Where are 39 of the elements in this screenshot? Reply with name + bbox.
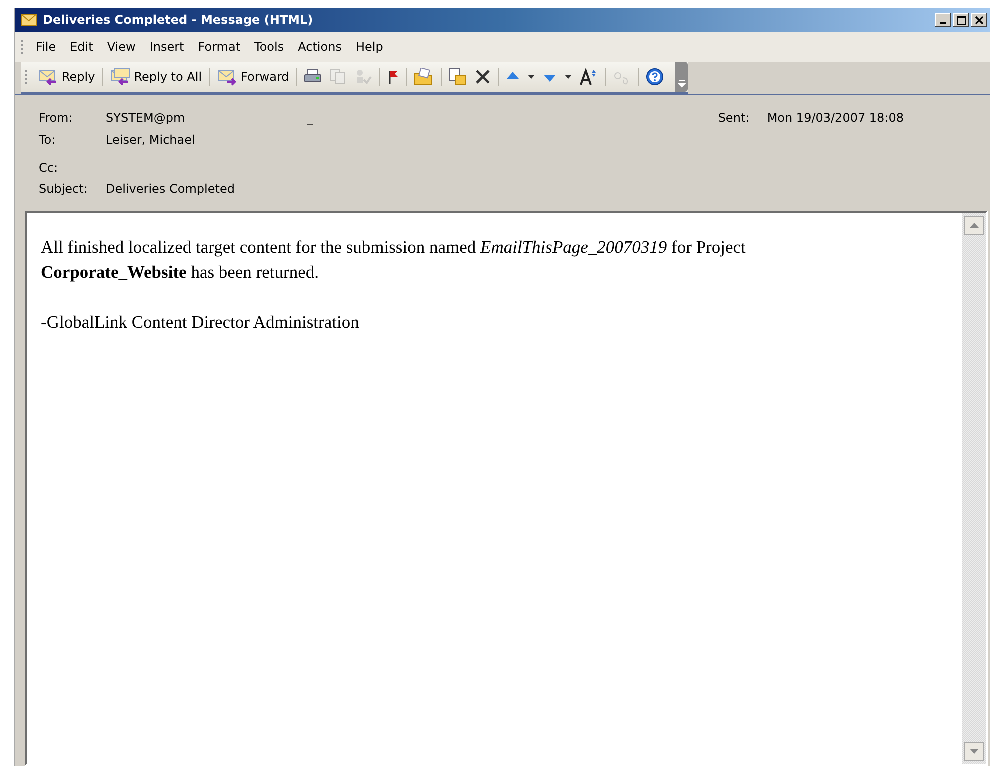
cc-label: Cc: <box>39 161 60 175</box>
minimize-icon <box>940 22 946 24</box>
toolbar-button[interactable]: Reply <box>35 66 98 88</box>
menu-item[interactable]: File <box>29 38 64 56</box>
envelope-arrow-icon <box>110 68 132 86</box>
close-icon <box>974 16 984 24</box>
maximize-icon <box>956 16 966 24</box>
maximize-button[interactable] <box>953 13 969 27</box>
subject-label: Subject: <box>39 182 89 196</box>
toolbar-options-icon[interactable] <box>675 62 688 92</box>
subject-text: Deliveries Completed <box>106 182 235 196</box>
toolbar-button[interactable]: Reply to All <box>107 66 206 88</box>
menu-item[interactable]: View <box>100 38 143 56</box>
up-arrow-icon <box>970 223 978 228</box>
from-label: From: <box>39 111 74 125</box>
redaction-mark: _ <box>307 111 314 125</box>
envelope-icon <box>21 14 37 26</box>
envelope-arrow-icon <box>217 68 240 86</box>
minimize-button[interactable] <box>935 13 951 27</box>
window-title: Deliveries Completed - Message (HTML) <box>43 13 314 27</box>
menu-item[interactable]: Insert <box>142 38 192 56</box>
to-label: To: <box>39 133 57 147</box>
menu-item[interactable]: Tools <box>248 38 292 56</box>
sender-address: SYSTEM@pm <box>106 111 186 125</box>
sent-label: Sent: <box>718 111 751 125</box>
menu-item[interactable]: Edit <box>63 38 100 56</box>
menu-item[interactable]: Format <box>191 38 248 56</box>
message-paragraph: All finished localized target content for the submission named EmailThisPage_20070319 for Project Corporate_Website has been returned. <box>41 236 747 284</box>
scrollbar[interactable] <box>962 213 986 764</box>
menu-item[interactable]: Help <box>348 38 390 56</box>
scroll-up-button[interactable] <box>964 216 984 235</box>
message-paragraph: -GlobalLink Content Director Administration <box>41 311 360 334</box>
sent-date: Mon 19/03/2007 18:08 <box>767 111 904 125</box>
menu-item[interactable]: Actions <box>291 38 349 56</box>
scroll-down-button[interactable] <box>964 742 984 761</box>
close-button[interactable] <box>971 13 987 27</box>
down-arrow-icon <box>970 749 978 754</box>
toolbar-button[interactable]: Forward <box>214 66 292 88</box>
recipient: Leiser, Michael <box>106 133 196 147</box>
